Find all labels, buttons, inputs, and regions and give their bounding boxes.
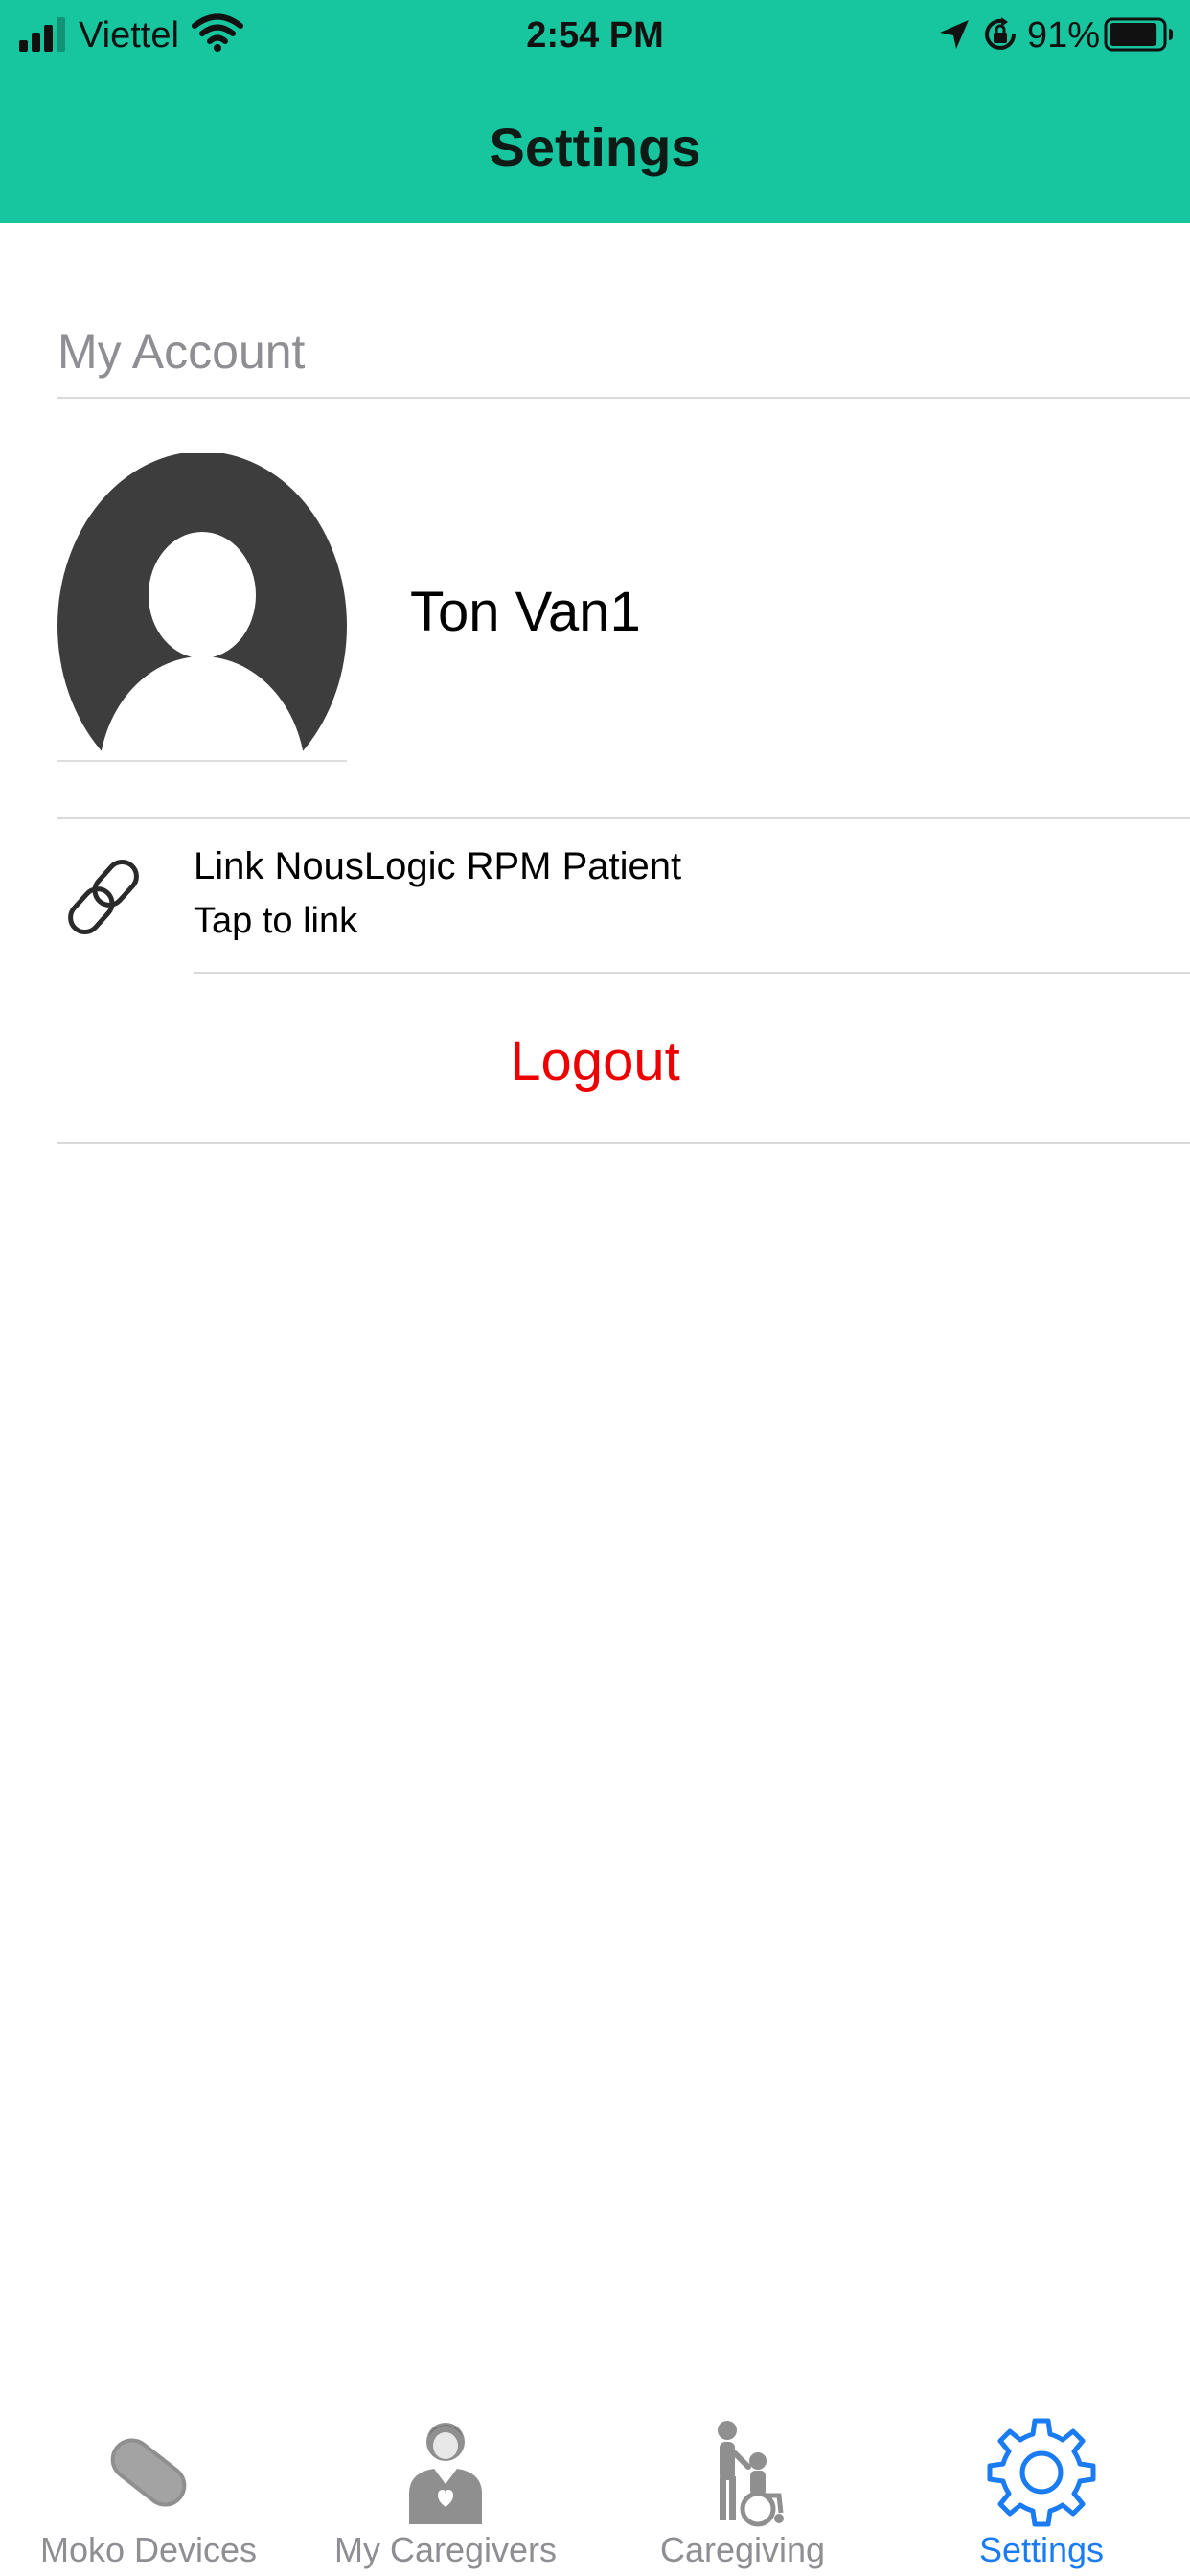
logout-button[interactable]: Logout xyxy=(0,1027,1190,1096)
link-row-subtitle: Tap to link xyxy=(194,901,358,941)
tab-moko-devices[interactable]: Moko Devices xyxy=(0,2396,297,2576)
section-title-my-account: My Account xyxy=(57,325,306,379)
divider xyxy=(57,397,1190,399)
link-rpm-patient-row[interactable]: Link NousLogic RPM Patient Tap to link xyxy=(0,820,1190,972)
header-bar: Viettel 2:54 PM 91% Settings xyxy=(0,0,1190,223)
status-bar: Viettel 2:54 PM 91% xyxy=(0,0,1190,73)
divider xyxy=(194,972,1190,974)
tab-label: My Caregivers xyxy=(333,2530,558,2569)
divider xyxy=(57,1142,1190,1144)
tab-label: Caregiving xyxy=(659,2530,826,2569)
profile-name[interactable]: Ton Van1 xyxy=(410,578,641,647)
tab-caregiving[interactable]: Caregiving xyxy=(594,2396,891,2576)
link-row-title: Link NousLogic RPM Patient xyxy=(194,845,682,887)
avatar-placeholder-icon[interactable] xyxy=(57,453,347,762)
caregiver-icon xyxy=(409,2423,482,2524)
tab-bar: Moko Devices My Caregivers Caregiving Se… xyxy=(0,2396,1190,2576)
tab-my-caregivers[interactable]: My Caregivers xyxy=(297,2396,594,2576)
battery-icon xyxy=(1104,17,1173,52)
device-icon xyxy=(110,2438,187,2507)
wheelchair-icon xyxy=(718,2421,784,2527)
tab-settings[interactable]: Settings xyxy=(893,2396,1190,2576)
battery-percent: 91% xyxy=(1027,15,1101,56)
orientation-lock-icon xyxy=(985,17,1016,50)
gear-icon xyxy=(987,2418,1096,2527)
settings-screen: Viettel 2:54 PM 91% Settings My Account … xyxy=(0,0,1190,2576)
tab-label: Moko Devices xyxy=(39,2530,258,2569)
chain-link-icon xyxy=(68,859,139,935)
location-arrow-icon xyxy=(940,20,969,49)
divider xyxy=(57,817,1190,819)
tab-label: Settings xyxy=(978,2530,1105,2569)
page-title: Settings xyxy=(489,117,701,177)
